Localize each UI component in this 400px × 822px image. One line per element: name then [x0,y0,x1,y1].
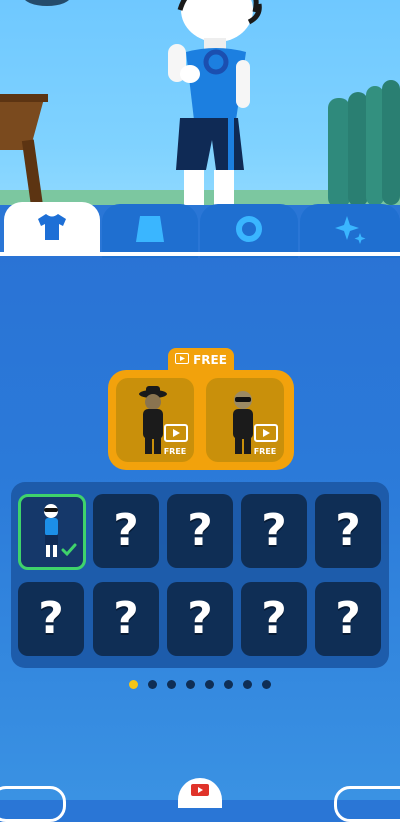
outfit-slot-locked[interactable]: ? [18,582,84,656]
tab-effects[interactable] [300,204,400,258]
game-scene [0,0,400,205]
bottom-right-button[interactable] [334,786,400,822]
page-dot[interactable] [167,680,176,689]
page-dot[interactable] [205,680,214,689]
page-indicator [0,680,400,689]
question-mark-icon: ? [113,593,139,644]
shorts-icon [132,214,168,248]
question-mark-icon: ? [187,593,213,644]
page-dot[interactable] [148,680,157,689]
tab-shirts[interactable] [4,202,100,256]
page-dot[interactable] [243,680,252,689]
shirt-icon [35,210,69,248]
video-ad-icon [190,782,210,801]
page-dot[interactable] [224,680,233,689]
video-icon [175,353,190,367]
checkmark-icon [61,542,77,561]
page-dot-active[interactable] [129,680,138,689]
free-offer-header: FREE [168,348,234,372]
outfit-slot-locked[interactable]: ? [315,582,381,656]
outfit-slot-locked[interactable]: ? [167,494,233,568]
question-mark-icon: ? [38,593,64,644]
outfit-slot-locked[interactable]: ? [93,582,159,656]
question-mark-icon: ? [113,505,139,556]
sparkle-icon [333,212,367,250]
tab-shorts[interactable] [102,204,198,258]
outfit-slot-locked[interactable]: ? [241,582,307,656]
category-tabs [0,202,400,258]
character [168,0,262,205]
ring-icon [234,214,264,248]
video-ad-icon [254,424,278,446]
tab-accessories[interactable] [200,204,298,258]
free-badge: FREE [253,447,277,456]
question-mark-icon: ? [261,593,287,644]
bottom-left-button[interactable] [0,786,66,822]
free-outfit-card-2[interactable]: FREE [206,378,284,462]
video-ad-icon [164,424,188,446]
question-mark-icon: ? [335,593,361,644]
panel-top-border [0,252,400,256]
outfit-slot-locked[interactable]: ? [315,494,381,568]
outfit-slot-locked[interactable]: ? [241,494,307,568]
outfit-slot-selected[interactable] [18,494,86,570]
page-dot[interactable] [186,680,195,689]
question-mark-icon: ? [187,505,213,556]
free-outfit-card-1[interactable]: FREE [116,378,194,462]
free-badge: FREE [163,447,187,456]
question-mark-icon: ? [261,505,287,556]
outfit-slot-locked[interactable]: ? [167,582,233,656]
page-dot[interactable] [262,680,271,689]
outfit-slot-locked[interactable]: ? [93,494,159,568]
question-mark-icon: ? [335,505,361,556]
free-offer-label: FREE [193,353,227,367]
